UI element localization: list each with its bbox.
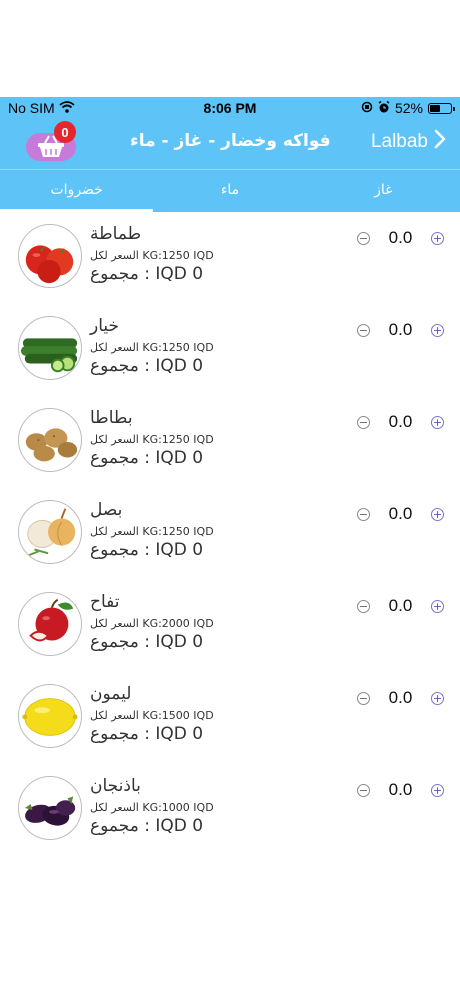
increase-button[interactable]: + — [431, 231, 444, 245]
product-name: ليمون — [90, 684, 132, 704]
orientation-lock-icon — [361, 100, 373, 116]
product-total: مجموع : IQD 0 — [90, 632, 204, 652]
quantity-stepper: − 0.0 + — [357, 504, 444, 524]
increase-button[interactable]: + — [431, 691, 444, 705]
increase-button[interactable]: + — [431, 783, 444, 797]
battery-percent: 52% — [394, 100, 423, 116]
increase-button[interactable]: + — [431, 323, 444, 337]
tab-gas[interactable]: غاز — [307, 170, 460, 212]
tomato-icon — [18, 224, 82, 288]
decrease-button[interactable]: − — [357, 691, 370, 705]
back-button[interactable]: Lalbab — [371, 129, 446, 155]
page-title: فواكه وخضار - غاز - ماء — [130, 131, 331, 151]
product-price: السعر لكل KG:2000 IQD — [90, 617, 214, 630]
quantity-value: 0.0 — [388, 780, 413, 799]
nav-bar: 0 فواكه وخضار - غاز - ماء Lalbab — [0, 119, 460, 169]
decrease-button[interactable]: − — [357, 599, 370, 613]
quantity-value: 0.0 — [388, 688, 413, 707]
tab-vegetables[interactable]: خضروات — [0, 170, 154, 212]
product-total: مجموع : IQD 0 — [90, 264, 204, 284]
app-header: No SIM 8:06 PM 52% 0 فواكه وخضار - غاز -… — [0, 97, 460, 212]
product-name: تفاح — [90, 592, 120, 612]
quantity-stepper: − 0.0 + — [357, 228, 444, 248]
potato-icon — [18, 408, 82, 472]
decrease-button[interactable]: − — [357, 323, 370, 337]
product-name: بطاطا — [90, 408, 133, 428]
decrease-button[interactable]: − — [357, 415, 370, 429]
tab-water[interactable]: ماء — [153, 170, 306, 212]
onion-icon — [18, 500, 82, 564]
product-price: السعر لكل KG:1500 IQD — [90, 709, 214, 722]
quantity-value: 0.0 — [388, 228, 413, 247]
cucumber-icon — [18, 316, 82, 380]
quantity-value: 0.0 — [388, 412, 413, 431]
product-name: طماطة — [90, 224, 142, 244]
cart-count-badge: 0 — [54, 121, 76, 143]
product-price: السعر لكل KG:1000 IQD — [90, 801, 214, 814]
battery-level — [430, 104, 441, 112]
product-list: طماطة السعر لكل KG:1250 IQD مجموع : IQD … — [0, 212, 460, 860]
quantity-stepper: − 0.0 + — [357, 320, 444, 340]
product-item: طماطة السعر لكل KG:1250 IQD مجموع : IQD … — [0, 216, 460, 308]
category-tabs: خضروات ماء غاز — [0, 169, 460, 212]
product-price: السعر لكل KG:1250 IQD — [90, 525, 214, 538]
product-total: مجموع : IQD 0 — [90, 448, 204, 468]
increase-button[interactable]: + — [431, 599, 444, 613]
product-item: بطاطا السعر لكل KG:1250 IQD مجموع : IQD … — [0, 400, 460, 492]
product-item: باذنجان السعر لكل KG:1000 IQD مجموع : IQ… — [0, 768, 460, 860]
cart-button[interactable]: 0 — [22, 121, 80, 163]
product-name: باذنجان — [90, 776, 141, 796]
decrease-button[interactable]: − — [357, 507, 370, 521]
quantity-stepper: − 0.0 + — [357, 412, 444, 432]
quantity-stepper: − 0.0 + — [357, 688, 444, 708]
quantity-stepper: − 0.0 + — [357, 596, 444, 616]
top-blank-area — [0, 0, 460, 97]
quantity-value: 0.0 — [388, 320, 413, 339]
increase-button[interactable]: + — [431, 507, 444, 521]
product-total: مجموع : IQD 0 — [90, 356, 204, 376]
product-price: السعر لكل KG:1250 IQD — [90, 341, 214, 354]
product-item: ليمون السعر لكل KG:1500 IQD مجموع : IQD … — [0, 676, 460, 768]
quantity-stepper: − 0.0 + — [357, 780, 444, 800]
product-item: بصل السعر لكل KG:1250 IQD مجموع : IQD 0 … — [0, 492, 460, 584]
increase-button[interactable]: + — [431, 415, 444, 429]
product-item: خيار السعر لكل KG:1250 IQD مجموع : IQD 0… — [0, 308, 460, 400]
quantity-value: 0.0 — [388, 504, 413, 523]
product-name: خيار — [90, 316, 120, 336]
product-total: مجموع : IQD 0 — [90, 816, 204, 836]
alarm-icon — [378, 100, 390, 116]
decrease-button[interactable]: − — [357, 783, 370, 797]
apple-icon — [18, 592, 82, 656]
product-name: بصل — [90, 500, 123, 520]
product-price: السعر لكل KG:1250 IQD — [90, 433, 214, 446]
status-bar: No SIM 8:06 PM 52% — [0, 97, 460, 119]
battery-icon — [428, 102, 455, 114]
eggplant-icon — [18, 776, 82, 840]
chevron-right-icon — [434, 129, 446, 155]
back-label: Lalbab — [370, 131, 428, 152]
quantity-value: 0.0 — [388, 596, 413, 615]
lemon-icon — [18, 684, 82, 748]
product-total: مجموع : IQD 0 — [90, 724, 204, 744]
product-price: السعر لكل KG:1250 IQD — [90, 249, 214, 262]
product-item: تفاح السعر لكل KG:2000 IQD مجموع : IQD 0… — [0, 584, 460, 676]
product-total: مجموع : IQD 0 — [90, 540, 204, 560]
decrease-button[interactable]: − — [357, 231, 370, 245]
